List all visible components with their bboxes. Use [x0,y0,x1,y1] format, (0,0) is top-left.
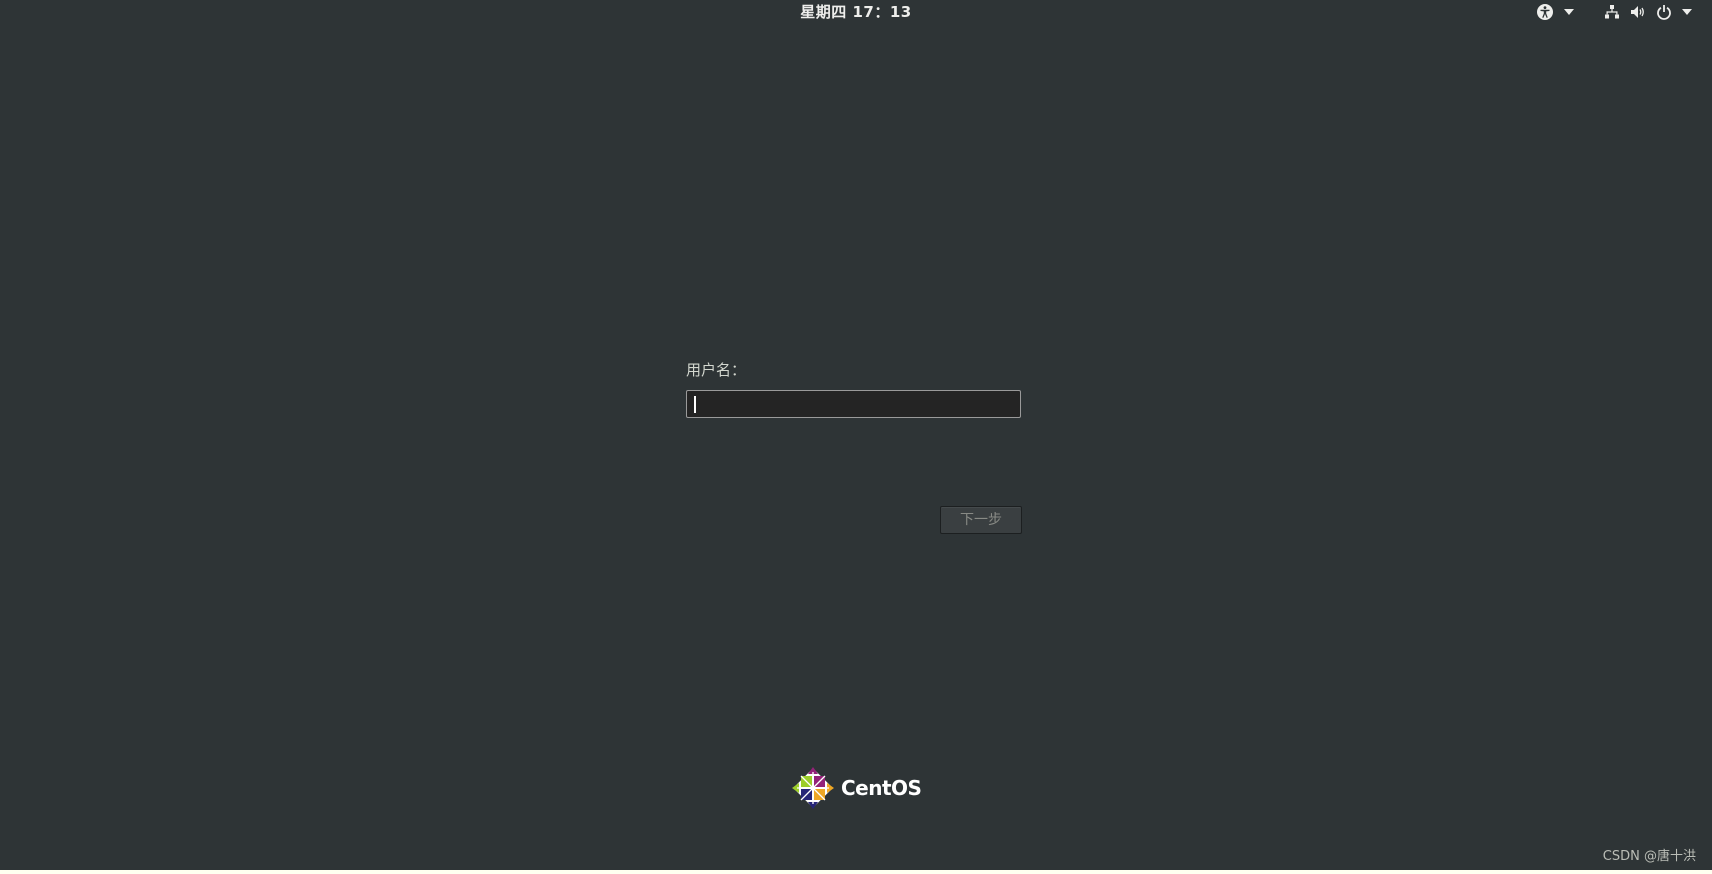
network-wired-icon[interactable] [1604,4,1620,20]
username-input[interactable] [687,391,1020,417]
centos-logo: CentOS [791,766,922,810]
accessibility-menu[interactable] [1536,2,1584,22]
system-menu[interactable] [1604,2,1702,22]
text-caret [694,396,696,413]
username-field[interactable] [686,390,1021,418]
watermark: CSDN @唐十洪 [1602,849,1696,864]
volume-icon[interactable] [1630,4,1646,20]
next-button[interactable]: 下一步 [940,506,1022,534]
login-form: 用户名： 下一步 [686,358,1023,534]
chevron-down-icon[interactable] [1682,9,1692,15]
username-label: 用户名： [686,361,747,379]
clock[interactable]: 星期四 17：13 [0,1,1712,22]
login-screen: 星期四 17：13 用户名： 下一步 CentOS CSDN @唐十洪 [0,0,1712,874]
power-icon[interactable] [1656,4,1672,20]
logo-text: CentOS [841,776,922,800]
chevron-down-icon[interactable] [1564,9,1574,15]
bottom-strip [0,870,1712,874]
top-bar: 星期四 17：13 [0,0,1712,24]
accessibility-icon[interactable] [1536,3,1554,21]
centos-logo-icon [792,767,834,809]
